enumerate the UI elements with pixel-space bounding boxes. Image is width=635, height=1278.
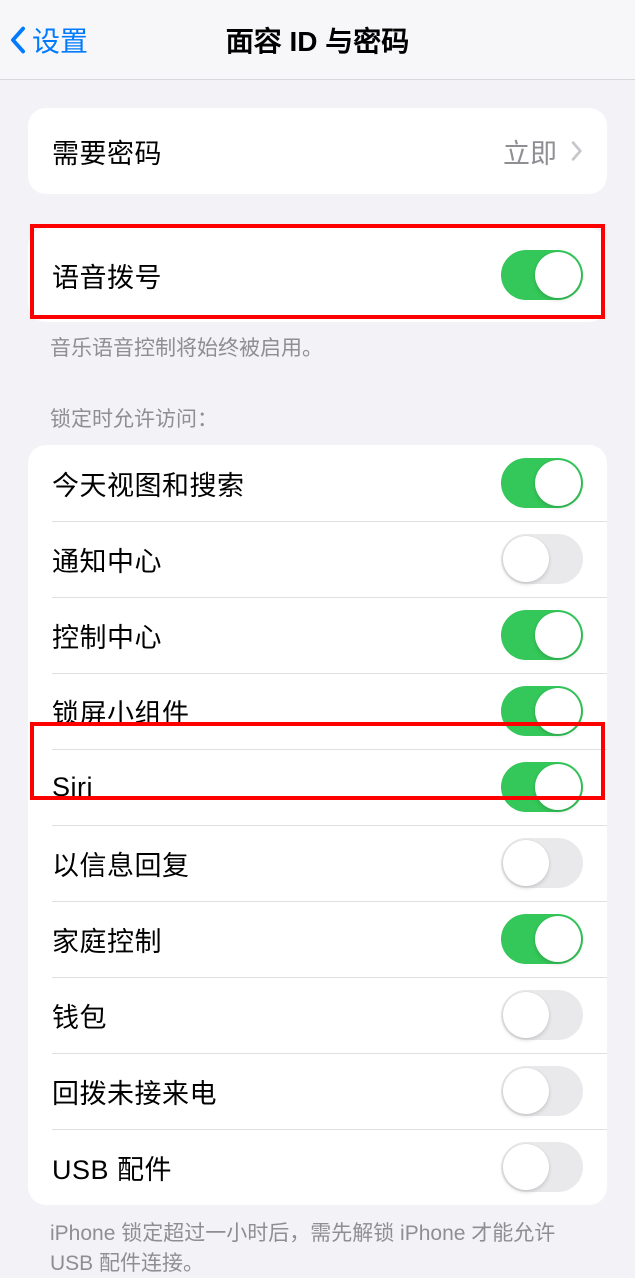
lock-access-label: 家庭控制 [52,920,162,959]
row-right: 立即 [503,132,583,171]
voice-dial-footer: 音乐语音控制将始终被启用。 [50,334,585,363]
lock-access-group: 今天视图和搜索通知中心控制中心锁屏小组件 Siri 以信息回复家庭控制钱包回拨未接来… [28,445,607,1205]
lock-access-toggle[interactable] [501,838,583,888]
lock-access-label: 锁屏小组件 [52,692,190,731]
lock-access-toggle[interactable] [501,686,583,736]
toggle-knob [503,1068,549,1114]
toggle-knob [503,536,549,582]
lock-access-label: USB 配件 [52,1148,172,1187]
page-title: 面容 ID 与密码 [226,20,410,60]
lock-access-toggle[interactable] [501,610,583,660]
lock-access-label: 今天视图和搜索 [52,464,245,503]
chevron-left-icon [10,26,26,54]
lock-access-toggle[interactable] [501,762,583,812]
require-passcode-group: 需要密码 立即 [28,108,607,194]
voice-dial-row: 语音拨号 [28,228,607,322]
require-passcode-value: 立即 [503,132,557,171]
lock-access-row: 锁屏小组件 [28,673,607,749]
toggle-knob [535,916,581,962]
lock-access-toggle[interactable] [501,1142,583,1192]
chevron-right-icon [571,141,583,161]
voice-dial-toggle[interactable] [501,250,583,300]
back-label: 设置 [32,20,88,60]
voice-dial-label: 语音拨号 [52,256,162,295]
lock-access-row: USB 配件 [28,1129,607,1205]
require-passcode-row[interactable]: 需要密码 立即 [28,108,607,194]
lock-access-row: 钱包 [28,977,607,1053]
back-button[interactable]: 设置 [0,20,88,60]
lock-access-label: 以信息回复 [52,844,190,883]
lock-access-row: 以信息回复 [28,825,607,901]
toggle-knob [535,252,581,298]
lock-access-label: 通知中心 [52,540,162,579]
toggle-knob [503,1144,549,1190]
lock-access-toggle[interactable] [501,990,583,1040]
toggle-knob [503,992,549,1038]
lock-access-label: Siri [52,772,93,803]
lock-access-header: 锁定时允许访问： [50,403,585,433]
lock-access-toggle[interactable] [501,914,583,964]
lock-access-label: 钱包 [52,996,107,1035]
navigation-bar: 设置 面容 ID 与密码 [0,0,635,80]
lock-access-row: 今天视图和搜索 [28,445,607,521]
require-passcode-label: 需要密码 [52,132,162,171]
toggle-knob [535,612,581,658]
toggle-knob [535,688,581,734]
lock-access-row: 回拨未接来电 [28,1053,607,1129]
toggle-knob [535,460,581,506]
lock-access-row: 家庭控制 [28,901,607,977]
lock-access-toggle[interactable] [501,1066,583,1116]
lock-access-toggle[interactable] [501,458,583,508]
voice-dial-group: 语音拨号 [28,228,607,322]
settings-content: 需要密码 立即 语音拨号 音乐语音控制将始终被启用。 锁定时允许访问： 今天视图… [0,80,635,1278]
lock-access-toggle[interactable] [501,534,583,584]
toggle-knob [535,764,581,810]
lock-access-row: 通知中心 [28,521,607,597]
lock-access-row: 控制中心 [28,597,607,673]
lock-access-label: 控制中心 [52,616,162,655]
lock-access-row: Siri [28,749,607,825]
lock-access-label: 回拨未接来电 [52,1072,217,1111]
toggle-knob [503,840,549,886]
usb-accessories-footer: iPhone 锁定超过一小时后，需先解锁 iPhone 才能允许 USB 配件连… [50,1219,585,1278]
